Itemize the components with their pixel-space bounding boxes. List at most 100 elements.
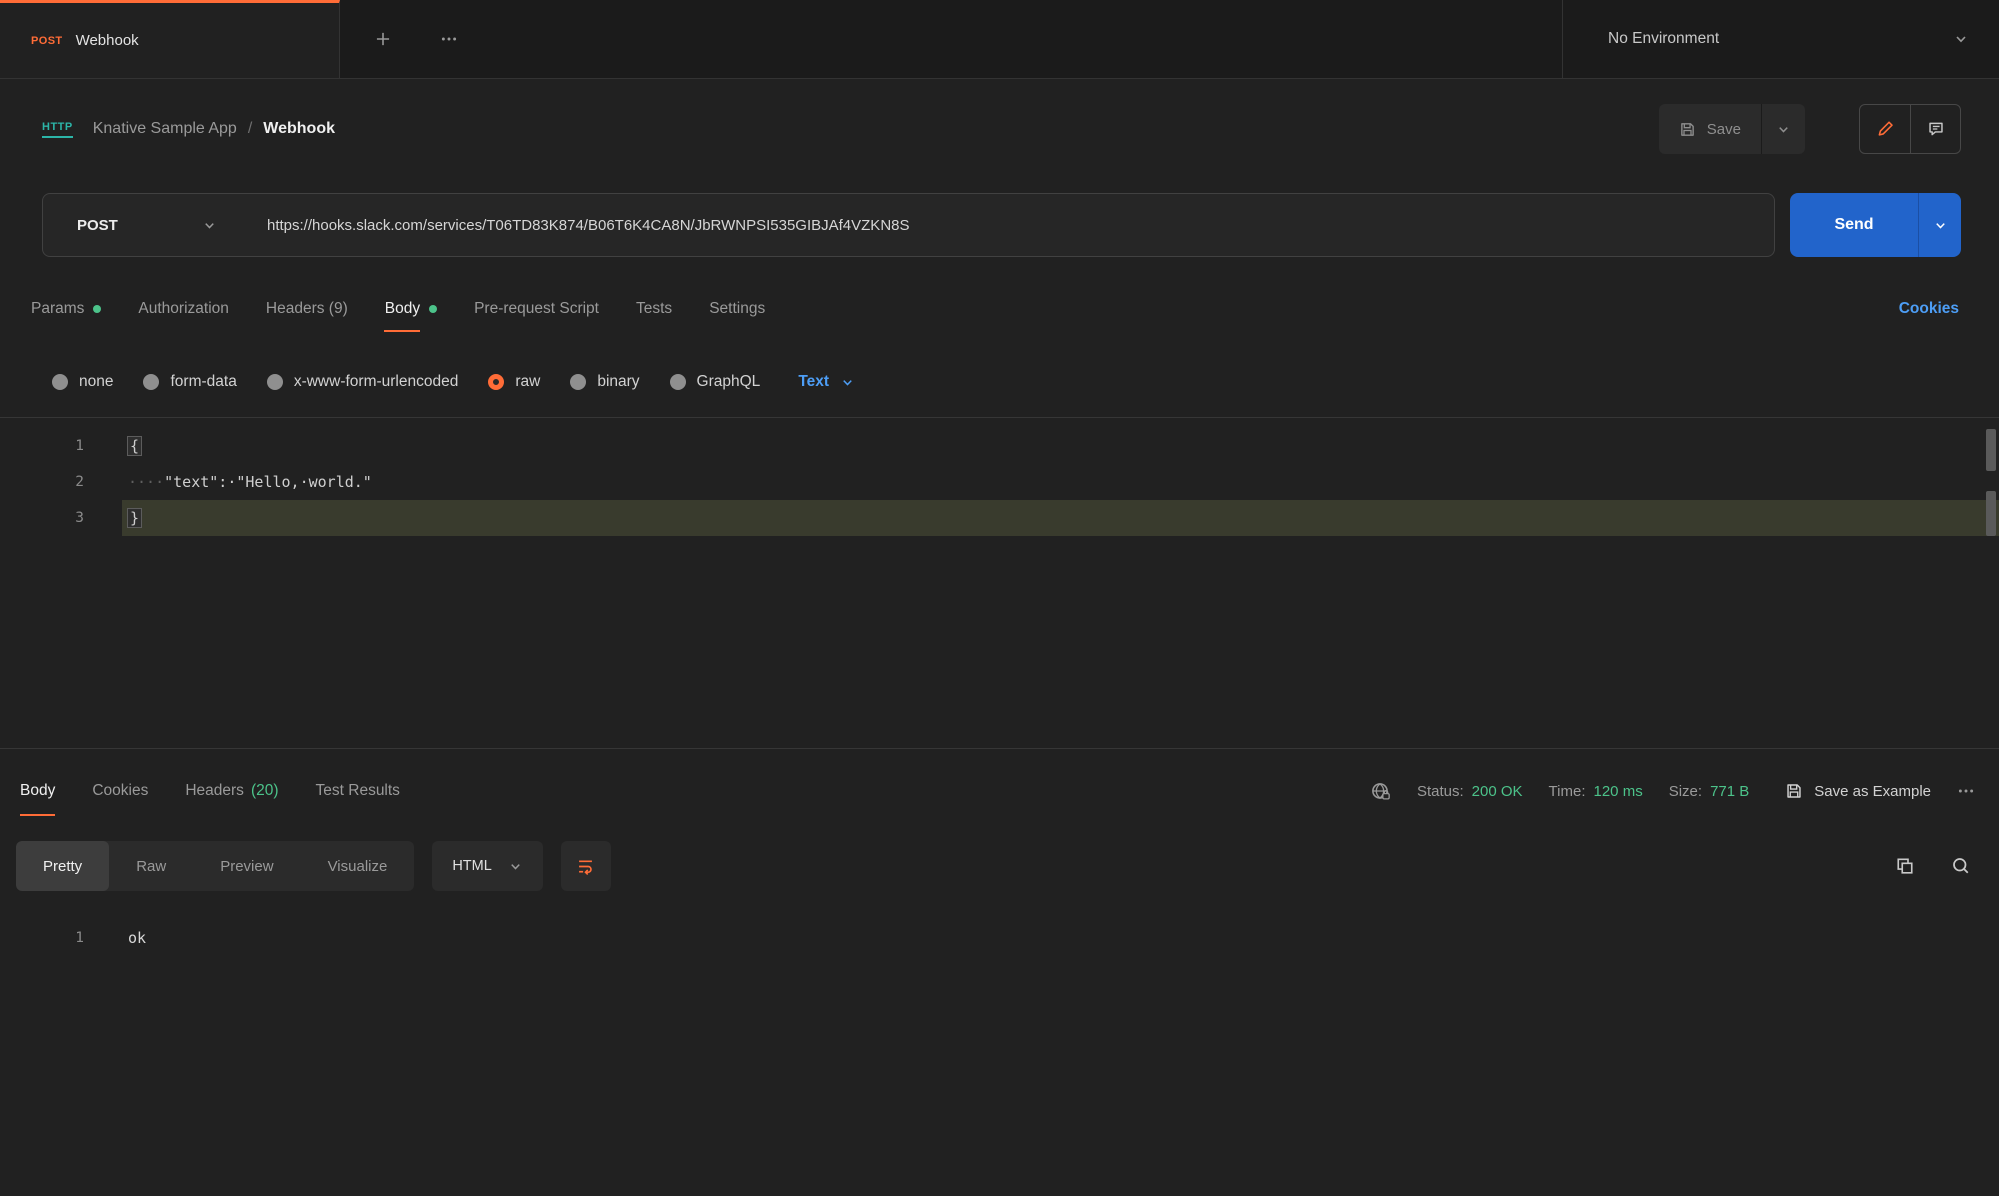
request-header: HTTP Knative Sample App / Webhook Save — [0, 79, 1999, 179]
response-options-button[interactable] — [1957, 782, 1975, 800]
view-pretty-button[interactable]: Pretty — [16, 841, 109, 891]
save-button[interactable]: Save — [1659, 104, 1762, 154]
body-type-none[interactable]: none — [52, 373, 113, 391]
send-options-button[interactable] — [1918, 193, 1961, 257]
response-tab-cookies[interactable]: Cookies — [92, 749, 148, 833]
send-button[interactable]: Send — [1790, 193, 1918, 257]
response-tab-test-results[interactable]: Test Results — [316, 749, 400, 833]
save-icon — [1785, 782, 1803, 800]
radio-icon — [52, 374, 68, 390]
tab-authorization[interactable]: Authorization — [138, 271, 228, 347]
response-tab-body-label: Body — [20, 782, 55, 800]
comments-button[interactable] — [1910, 105, 1960, 153]
view-preview-button[interactable]: Preview — [193, 841, 300, 891]
tab-settings[interactable]: Settings — [709, 271, 765, 347]
response-tabs-row: Body Cookies Headers (20) Test Results S… — [0, 749, 1999, 833]
method-label: POST — [77, 217, 118, 234]
save-button-label: Save — [1707, 121, 1741, 138]
tab-options-button[interactable] — [426, 0, 472, 78]
cookies-link[interactable]: Cookies — [1899, 300, 1959, 318]
edit-request-button[interactable] — [1860, 105, 1910, 153]
tab-body[interactable]: Body — [385, 271, 437, 347]
body-type-raw[interactable]: raw — [488, 373, 540, 391]
tab-headers[interactable]: Headers (9) — [266, 271, 348, 347]
url-row: POST https://hooks.slack.com/services/T0… — [0, 179, 1999, 271]
tab-body-label: Body — [385, 300, 420, 318]
time-indicator: Time: 120 ms — [1549, 783, 1643, 800]
editor-scrollbar-mark[interactable] — [1986, 491, 1996, 536]
tab-headers-label: Headers (9) — [266, 300, 348, 318]
body-type-urlencoded[interactable]: x-www-form-urlencoded — [267, 373, 459, 391]
response-actions — [1895, 856, 1971, 876]
status-indicator: Status: 200 OK — [1417, 783, 1523, 800]
response-tab-body[interactable]: Body — [20, 749, 55, 833]
new-tab-button[interactable] — [360, 0, 406, 78]
response-tab-test-results-label: Test Results — [316, 782, 400, 800]
radio-selected-icon — [488, 374, 504, 390]
url-bar: POST https://hooks.slack.com/services/T0… — [42, 193, 1775, 257]
response-headers-count: (20) — [251, 782, 279, 800]
tab-tests[interactable]: Tests — [636, 271, 672, 347]
save-button-group: Save — [1659, 104, 1805, 154]
copy-response-button[interactable] — [1895, 856, 1915, 876]
body-type-graphql-label: GraphQL — [697, 373, 761, 391]
search-response-button[interactable] — [1951, 856, 1971, 876]
pencil-icon — [1876, 120, 1894, 138]
globe-lock-icon[interactable] — [1370, 781, 1391, 802]
request-body-editor[interactable]: 1 { 2 ····"text":·"Hello,·world." 3 } — [0, 417, 1999, 749]
editor-line[interactable]: 2 ····"text":·"Hello,·world." — [0, 464, 1999, 500]
time-label: Time: — [1549, 783, 1586, 800]
body-type-binary[interactable]: binary — [570, 373, 639, 391]
chevron-down-icon — [202, 218, 217, 233]
status-label: Status: — [1417, 783, 1464, 800]
tab-params[interactable]: Params — [31, 271, 101, 347]
breadcrumb-separator: / — [248, 120, 252, 138]
body-type-urlencoded-label: x-www-form-urlencoded — [294, 373, 459, 391]
size-indicator: Size: 771 B — [1669, 783, 1750, 800]
view-visualize-button[interactable]: Visualize — [301, 841, 415, 891]
chevron-down-icon — [840, 375, 855, 390]
save-as-example-button[interactable]: Save as Example — [1785, 782, 1931, 800]
response-format-select[interactable]: HTML — [432, 841, 542, 891]
wrap-lines-button[interactable] — [561, 841, 611, 891]
environment-selector[interactable]: No Environment — [1562, 0, 1999, 78]
code-text: ····"text":·"Hello,·world." — [122, 464, 1999, 500]
code-text: } — [122, 500, 1999, 536]
request-tab-webhook[interactable]: POST Webhook — [0, 0, 340, 78]
body-type-graphql[interactable]: GraphQL — [670, 373, 761, 391]
response-body-viewer[interactable]: 1 ok — [0, 899, 1999, 1196]
response-tab-headers[interactable]: Headers (20) — [185, 749, 278, 833]
whitespace-dots: ···· — [128, 473, 164, 491]
breadcrumb-collection[interactable]: Knative Sample App — [93, 120, 237, 138]
editor-scrollbar-thumb[interactable] — [1986, 429, 1996, 471]
editor-line[interactable]: 1 { — [0, 428, 1999, 464]
save-icon — [1679, 121, 1696, 138]
environment-label: No Environment — [1608, 30, 1719, 48]
wrap-text-icon — [576, 857, 595, 876]
response-format-label: HTML — [452, 858, 491, 874]
plus-icon — [374, 30, 392, 48]
response-tab-headers-label: Headers — [185, 782, 244, 800]
editor-line-current[interactable]: 3 } — [0, 500, 1999, 536]
save-options-button[interactable] — [1762, 104, 1805, 154]
size-value: 771 B — [1710, 783, 1749, 800]
request-tabs: Params Authorization Headers (9) Body Pr… — [0, 271, 1999, 347]
view-raw-button[interactable]: Raw — [109, 841, 193, 891]
radio-icon — [143, 374, 159, 390]
save-as-example-label: Save as Example — [1814, 783, 1931, 800]
response-meta: Status: 200 OK Time: 120 ms Size: 771 B … — [1370, 781, 1975, 802]
line-number: 1 — [0, 930, 122, 946]
response-line: 1 ok — [0, 921, 1999, 955]
ellipsis-icon — [440, 30, 458, 48]
response-view-controls: Pretty Raw Preview Visualize HTML — [0, 833, 1999, 899]
method-select[interactable]: POST — [43, 217, 243, 234]
comment-icon — [1927, 120, 1945, 138]
breadcrumb-request-name[interactable]: Webhook — [263, 120, 335, 138]
tab-pre-request-script[interactable]: Pre-request Script — [474, 271, 599, 347]
chevron-down-icon — [1953, 31, 1969, 47]
line-number: 3 — [0, 510, 122, 526]
body-type-form-data[interactable]: form-data — [143, 373, 236, 391]
response-view-segmented-control: Pretty Raw Preview Visualize — [16, 841, 414, 891]
url-input[interactable]: https://hooks.slack.com/services/T06TD83… — [243, 217, 1774, 234]
raw-format-select[interactable]: Text — [798, 373, 855, 391]
